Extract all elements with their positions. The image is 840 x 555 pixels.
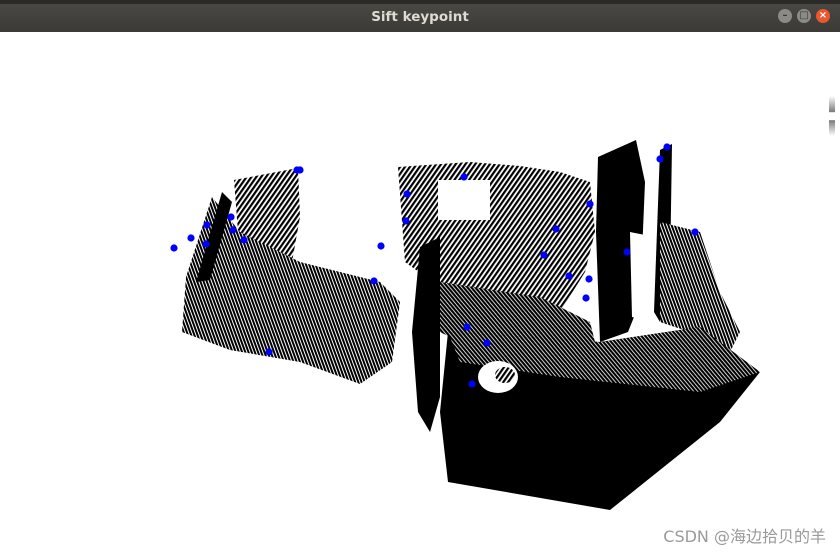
sift-keypoint: [170, 244, 178, 252]
sift-keypoint: [483, 339, 491, 347]
sift-keypoint: [227, 213, 235, 221]
sift-keypoint: [565, 272, 573, 280]
sift-keypoint: [265, 348, 273, 356]
sift-keypoint: [623, 248, 631, 256]
sift-keypoint: [468, 380, 476, 388]
sift-keypoint: [403, 190, 411, 198]
sift-keypoint: [370, 277, 378, 285]
sift-keypoint: [203, 221, 211, 229]
sift-keypoint: [691, 228, 699, 236]
watermark: CSDN @海边拾贝的羊: [663, 527, 826, 546]
sift-keypoint: [656, 155, 664, 163]
point-cloud-white-gap-right: [630, 232, 655, 322]
sift-keypoint: [552, 225, 560, 233]
sift-keypoint: [240, 236, 248, 244]
sift-keypoint: [463, 323, 471, 331]
point-cloud-box-hole-rim: [495, 367, 515, 383]
point-cloud-viewport[interactable]: [0, 32, 840, 555]
sift-keypoint: [229, 226, 237, 234]
sift-keypoint: [585, 275, 593, 283]
point-cloud-render: [170, 140, 760, 510]
sift-keypoint: [377, 242, 385, 250]
window-titlebar[interactable]: Sift keypoint – □ ×: [0, 0, 840, 33]
close-icon: ×: [818, 10, 828, 21]
close-button[interactable]: ×: [816, 9, 830, 23]
minimize-icon: –: [782, 10, 788, 21]
sift-keypoint: [402, 217, 410, 225]
sift-keypoint: [187, 234, 195, 242]
minimize-button[interactable]: –: [778, 9, 792, 23]
maximize-icon: □: [799, 10, 809, 21]
sift-keypoint: [586, 200, 594, 208]
edge-artifact: [829, 96, 835, 136]
maximize-button[interactable]: □: [797, 9, 811, 23]
sift-keypoint: [202, 240, 210, 248]
window-title: Sift keypoint: [371, 9, 469, 25]
sift-keypoint: [582, 294, 590, 302]
sift-keypoint: [540, 251, 548, 259]
sift-keypoint: [296, 166, 304, 174]
sift-keypoint: [663, 143, 671, 151]
point-cloud-white-gap: [438, 180, 490, 220]
sift-keypoint: [460, 173, 468, 181]
